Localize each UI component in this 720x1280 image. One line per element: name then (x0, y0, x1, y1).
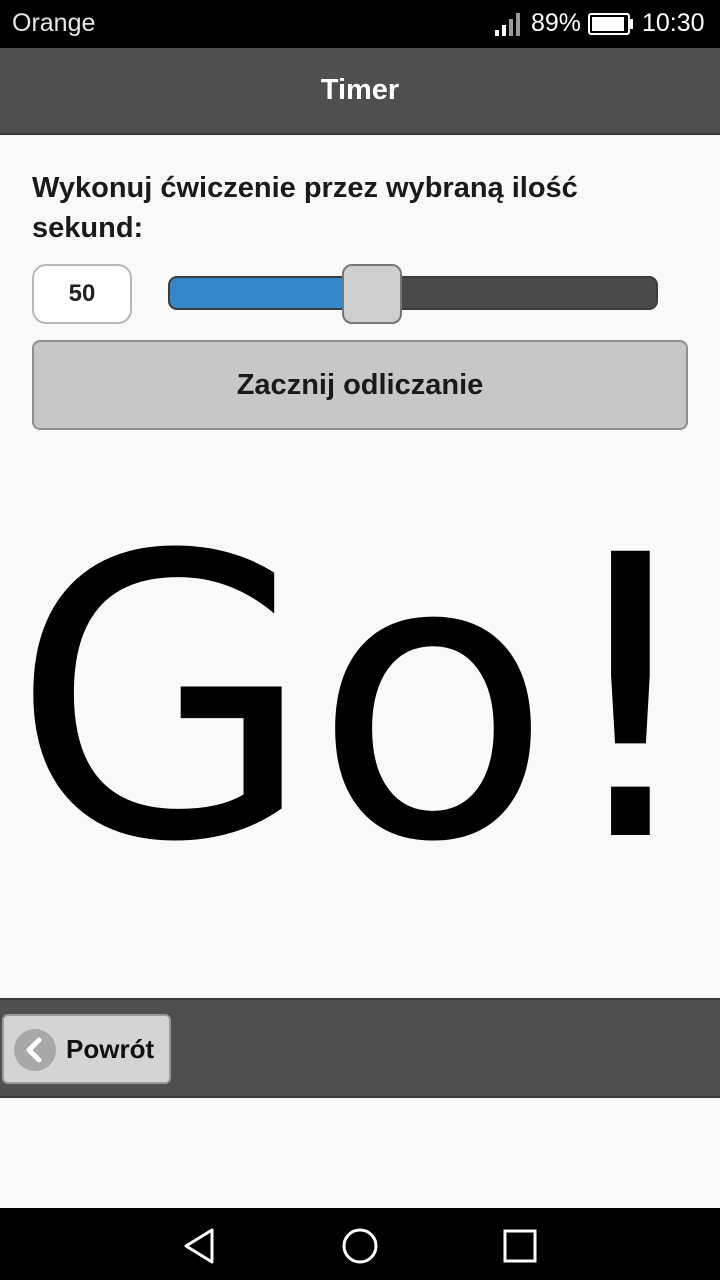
page-title: Timer (320, 74, 400, 106)
nav-home-icon[interactable] (340, 1226, 380, 1266)
carrier-name: Orange (12, 9, 96, 37)
seconds-input[interactable]: 50 (32, 264, 132, 324)
footer-bar: Powrót (0, 998, 720, 1098)
status-bar: Orange 89% 10:30 (0, 0, 720, 48)
exercise-prompt: Wykonuj ćwiczenie przez wybraną ilość se… (32, 172, 578, 244)
battery-percent: 89% (531, 9, 582, 37)
seconds-slider-track[interactable] (168, 276, 658, 310)
signal-icon (495, 13, 520, 36)
nav-recent-icon[interactable] (500, 1226, 540, 1266)
back-button-label: Powrót (66, 1034, 155, 1064)
back-button[interactable]: Powrót (2, 1014, 171, 1084)
nav-back-icon[interactable] (180, 1226, 220, 1266)
clock: 10:30 (642, 9, 705, 37)
system-nav-bar (0, 1208, 720, 1280)
chevron-left-icon (14, 1029, 56, 1071)
start-countdown-button[interactable]: Zacznij odliczanie (32, 340, 688, 430)
seconds-slider-thumb[interactable] (342, 264, 403, 324)
battery-icon (588, 13, 633, 35)
countdown-display: Go! (11, 473, 709, 927)
header-bar: Timer (0, 48, 720, 135)
